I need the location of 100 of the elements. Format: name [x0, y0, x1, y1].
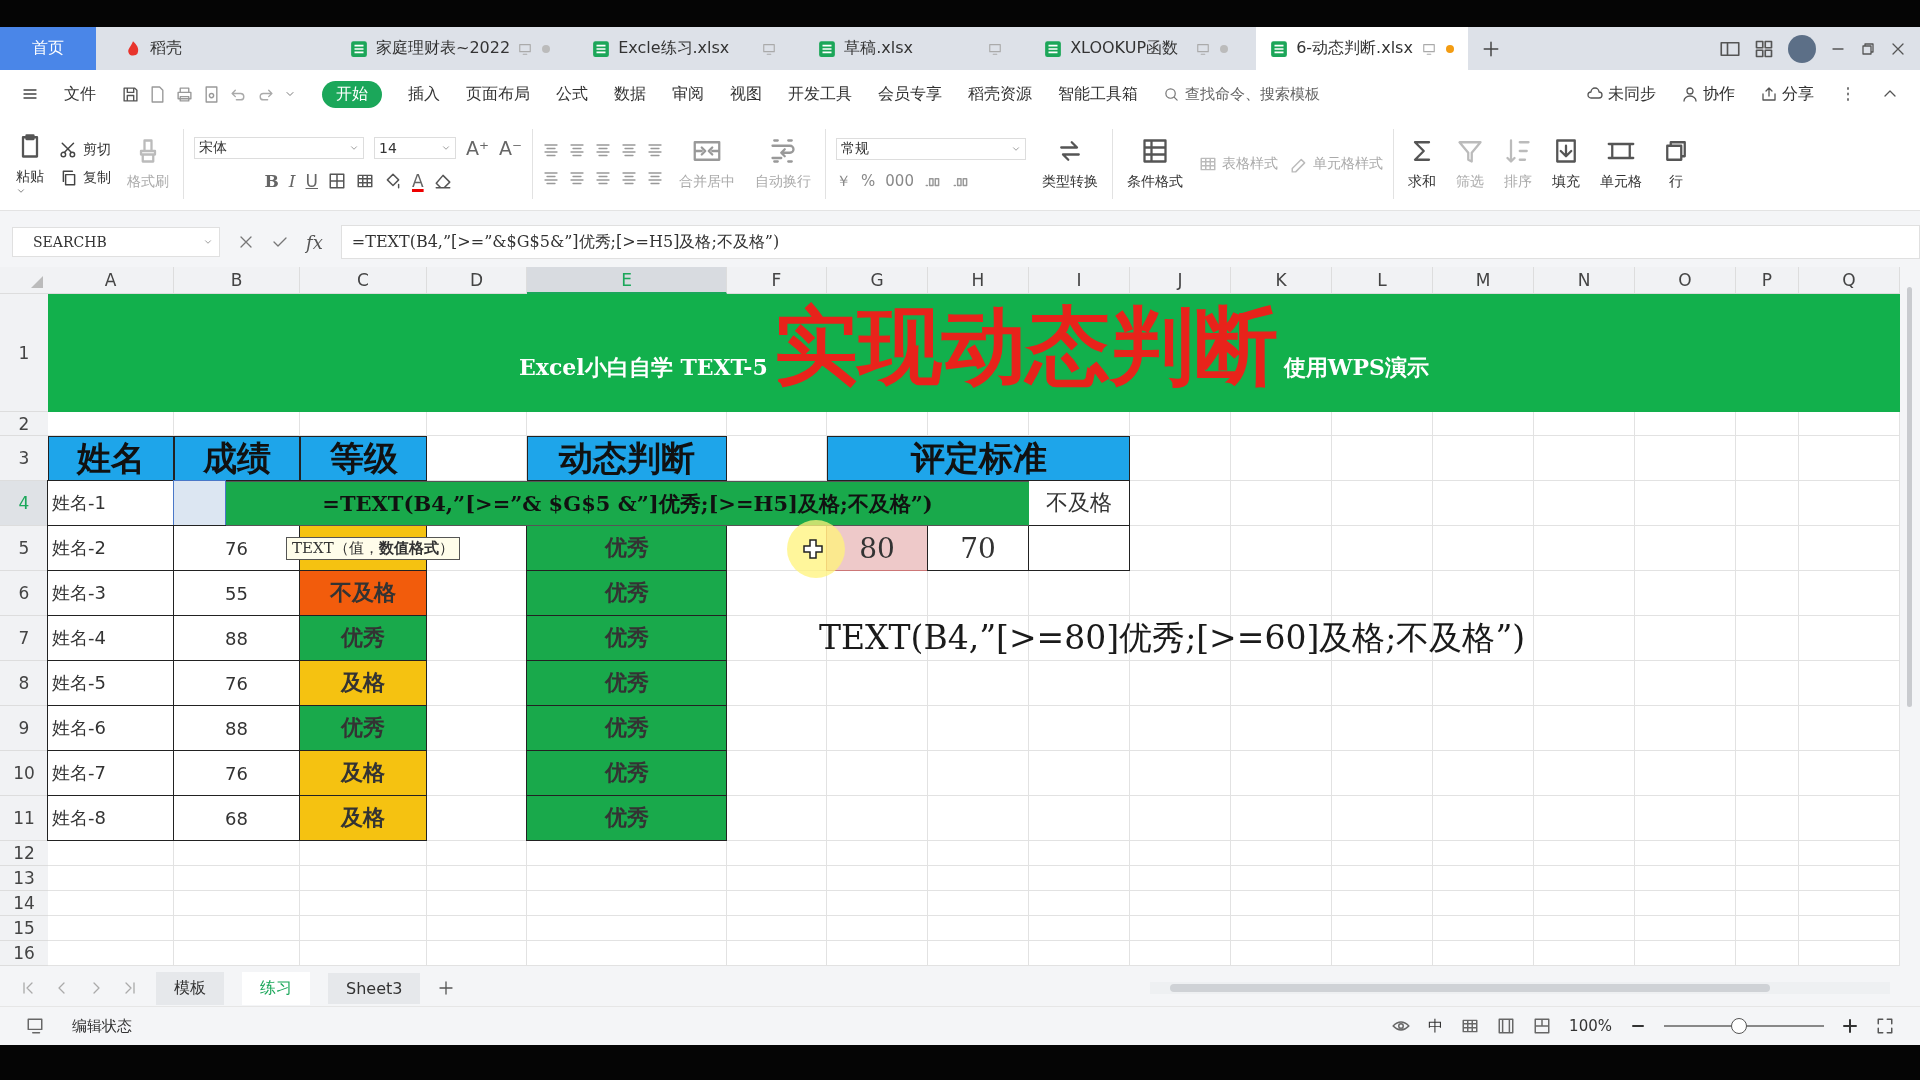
name-box[interactable]: SEARCHB: [12, 227, 220, 257]
align-icon[interactable]: [595, 142, 612, 158]
row-header[interactable]: 9: [0, 706, 48, 751]
formula-field[interactable]: =TEXT(B4,”[>=”&$G$5&”]优秀;[>=H5]及格;不及格”): [340, 225, 1920, 259]
ribbon-tab[interactable]: 数据: [614, 83, 646, 105]
align-icon[interactable]: [569, 170, 586, 186]
preview-icon[interactable]: [203, 85, 220, 103]
column-header[interactable]: N: [1534, 267, 1635, 294]
column-header[interactable]: K: [1231, 267, 1332, 294]
apps-icon[interactable]: [1754, 38, 1774, 59]
restore-icon[interactable]: [1860, 40, 1876, 57]
bucket-icon[interactable]: [384, 172, 402, 190]
row-header[interactable]: 2: [0, 412, 48, 436]
printer-icon[interactable]: [176, 85, 193, 103]
row-header[interactable]: 6: [0, 571, 48, 616]
row-header[interactable]: 5: [0, 526, 48, 571]
eraser-icon[interactable]: [433, 172, 452, 190]
file-tab[interactable]: 6-动态判断.xlsx: [1256, 27, 1469, 70]
plus-icon[interactable]: [1842, 1018, 1858, 1034]
number-format-button[interactable]: 000: [885, 172, 914, 190]
monitor-icon[interactable]: [988, 41, 1003, 56]
column-header[interactable]: O: [1635, 267, 1736, 294]
avatar[interactable]: [1788, 34, 1816, 63]
editing-button[interactable]: 行: [1658, 135, 1695, 193]
document-icon[interactable]: [149, 85, 166, 103]
fullscreen-icon[interactable]: [1876, 1017, 1894, 1035]
file-menu[interactable]: 文件: [64, 83, 96, 105]
sheet-tab[interactable]: 模板: [156, 971, 224, 1005]
editing-button[interactable]: 求和: [1404, 135, 1441, 193]
row-header[interactable]: 10: [0, 751, 48, 796]
align-icon[interactable]: [595, 170, 612, 186]
ribbon-tab[interactable]: 视图: [730, 83, 762, 105]
row-header[interactable]: 15: [0, 916, 48, 941]
ribbon-tab[interactable]: 审阅: [672, 83, 704, 105]
active-cell[interactable]: [173, 480, 226, 526]
sheet-tab[interactable]: Sheet3: [328, 972, 421, 1004]
menu-action[interactable]: 未同步: [1608, 83, 1656, 105]
editing-button[interactable]: 填充: [1548, 135, 1585, 193]
monitor-icon[interactable]: [1422, 41, 1437, 56]
row-header[interactable]: 14: [0, 891, 48, 916]
align-icon[interactable]: [543, 142, 560, 158]
align-icon[interactable]: [647, 170, 664, 186]
column-header[interactable]: F: [727, 267, 827, 294]
font-dropdown[interactable]: 宋体: [194, 137, 364, 159]
column-header[interactable]: C: [300, 267, 427, 294]
column-header[interactable]: I: [1029, 267, 1130, 294]
copy-button[interactable]: 复制: [60, 169, 111, 187]
font-style-button[interactable]: I: [288, 171, 296, 191]
number-format-dropdown[interactable]: 常规: [836, 137, 1027, 160]
number-format-button[interactable]: %: [861, 172, 876, 190]
row-header[interactable]: 12: [0, 841, 48, 866]
cell-editor[interactable]: =TEXT(B4,”[>=”& $G$5 &”]优秀;[>=H5]及格;不及格”): [226, 481, 1029, 526]
align-icon[interactable]: [647, 142, 664, 158]
editing-button[interactable]: 单元格: [1596, 135, 1647, 193]
column-header[interactable]: M: [1433, 267, 1534, 294]
font-size-button[interactable]: A⁺: [466, 137, 490, 159]
font-size-button[interactable]: A⁻: [499, 137, 523, 159]
paste-button[interactable]: 粘贴: [12, 130, 48, 198]
column-header[interactable]: B: [174, 267, 300, 294]
column-header[interactable]: J: [1130, 267, 1231, 294]
column-header[interactable]: D: [427, 267, 527, 294]
column-header[interactable]: Q: [1799, 267, 1900, 294]
ribbon-tab[interactable]: 插入: [408, 83, 440, 105]
row-header[interactable]: 3: [0, 436, 48, 481]
monitor-icon[interactable]: [762, 41, 777, 56]
ribbon-tab[interactable]: 开发工具: [788, 83, 852, 105]
monitor-icon[interactable]: [518, 41, 533, 56]
ribbon-tab[interactable]: 会员专享: [878, 83, 942, 105]
align-icon[interactable]: [543, 170, 560, 186]
align-icon[interactable]: [621, 142, 638, 158]
border-icon[interactable]: [328, 172, 346, 190]
font-color-button[interactable]: A: [412, 171, 424, 191]
ribbon-tab[interactable]: 公式: [556, 83, 588, 105]
monitor-icon[interactable]: [1196, 41, 1211, 56]
select-all-icon[interactable]: [30, 275, 44, 289]
font-size-dropdown[interactable]: 14: [374, 137, 456, 159]
row-header[interactable]: 1: [0, 294, 48, 412]
column-header[interactable]: A: [48, 267, 174, 294]
input-mode[interactable]: 中: [1428, 1016, 1444, 1036]
save-icon[interactable]: [122, 85, 139, 103]
menu-action[interactable]: 协作: [1703, 83, 1735, 105]
menu-icon[interactable]: [22, 86, 38, 102]
font-style-button[interactable]: U: [305, 171, 318, 191]
row-header[interactable]: 8: [0, 661, 48, 706]
row-header[interactable]: 11: [0, 796, 48, 841]
file-tab[interactable]: 首页: [0, 27, 96, 70]
zoom-level[interactable]: 100%: [1569, 1017, 1612, 1035]
ribbon-tab[interactable]: 页面布局: [466, 83, 530, 105]
column-header[interactable]: L: [1332, 267, 1433, 294]
page-break-icon[interactable]: [1533, 1017, 1552, 1035]
ribbon-tab[interactable]: 智能工具箱: [1058, 83, 1138, 105]
align-icon[interactable]: [621, 170, 638, 186]
ribbon-tab[interactable]: 稻壳资源: [968, 83, 1032, 105]
menu-action[interactable]: 分享: [1782, 83, 1814, 105]
row-header[interactable]: 7: [0, 616, 48, 661]
horizontal-scrollbar[interactable]: [1150, 982, 1890, 994]
column-header[interactable]: H: [928, 267, 1029, 294]
command-search[interactable]: 查找命令、搜索模板: [1164, 84, 1357, 104]
type-convert-button[interactable]: 类型转换: [1038, 135, 1103, 193]
cut-button[interactable]: 剪切: [60, 141, 111, 159]
